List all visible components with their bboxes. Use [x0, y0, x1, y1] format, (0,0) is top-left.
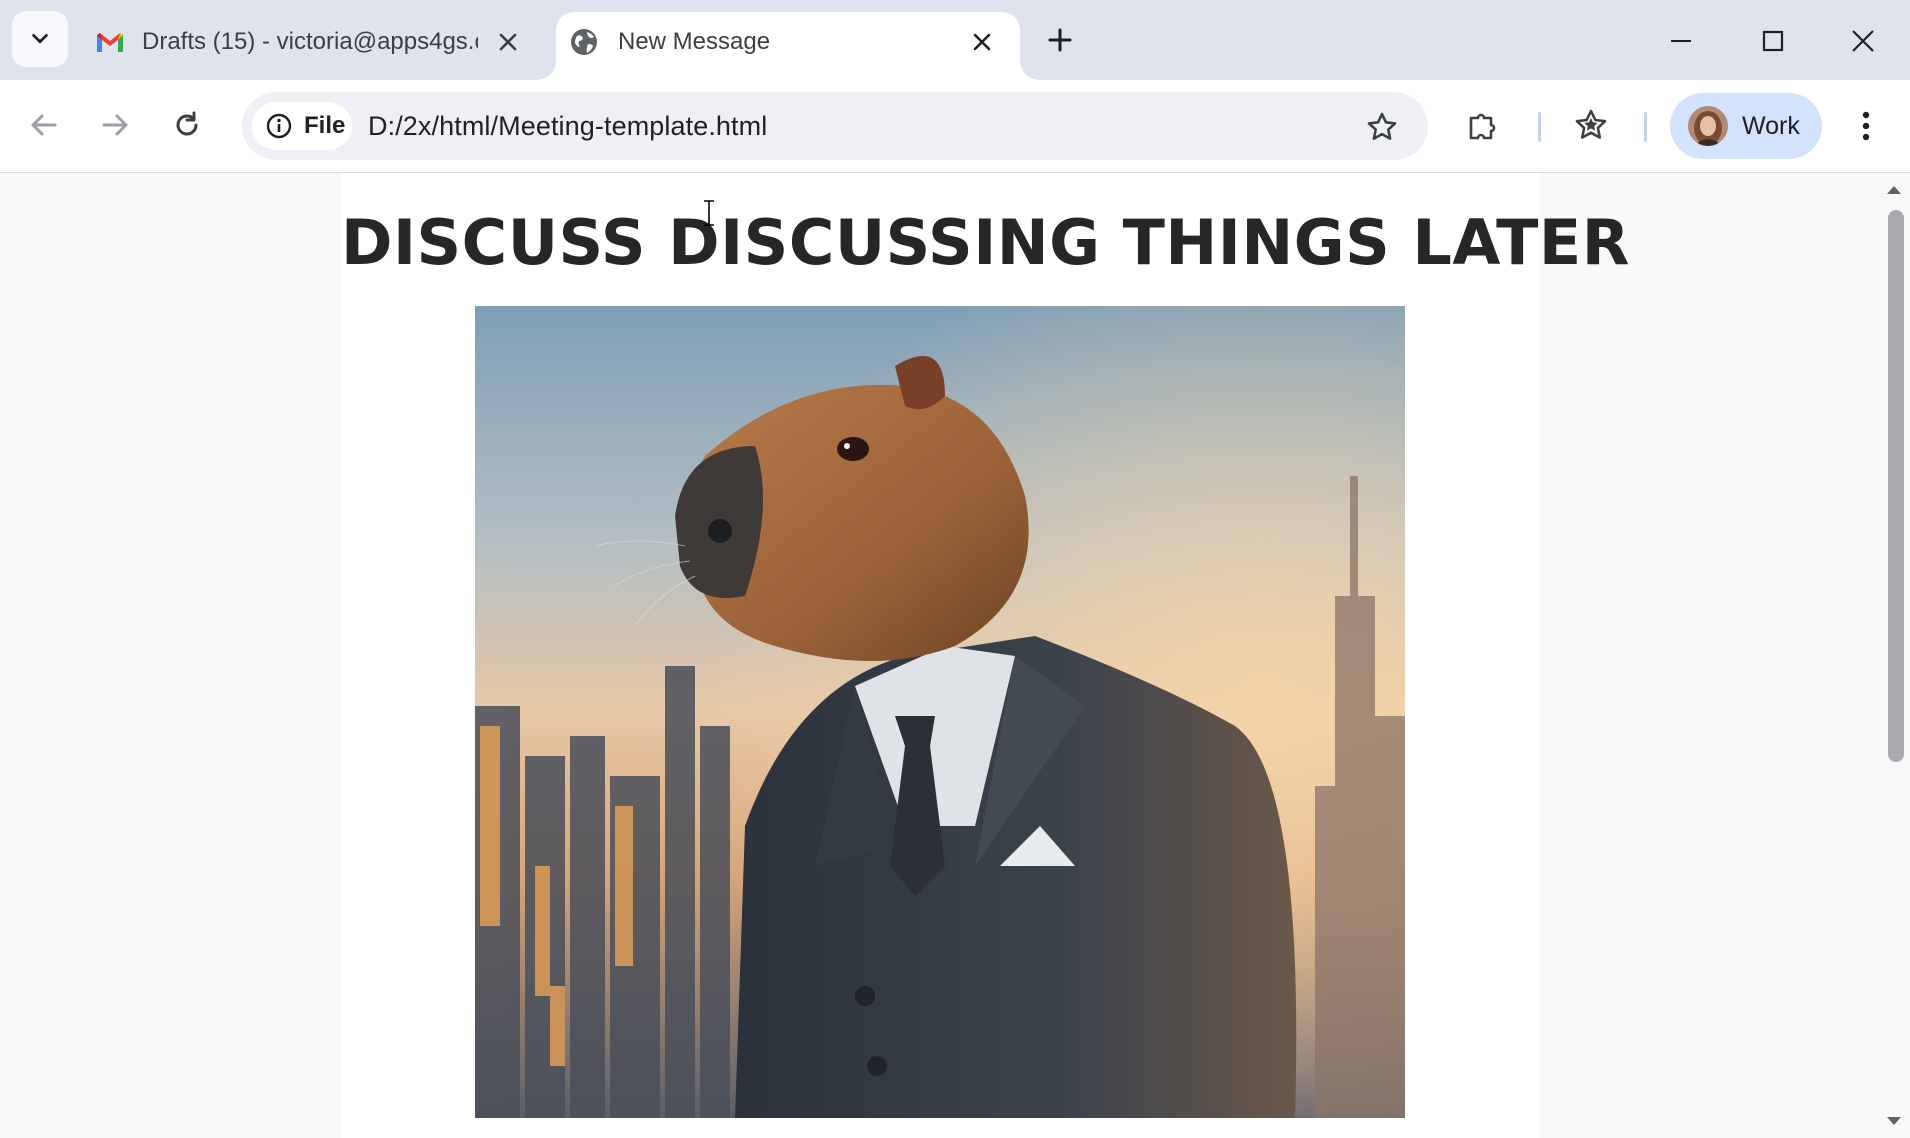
scroll-up-arrow-icon[interactable] — [1884, 183, 1904, 197]
close-tab-icon[interactable] — [494, 28, 522, 56]
more-vertical-icon — [1862, 111, 1870, 141]
maximize-icon — [1762, 30, 1784, 52]
browser-toolbar: File D:/2x/html/Meeting-template.html Wo… — [0, 80, 1910, 173]
reload-button[interactable] — [164, 102, 210, 148]
close-icon — [1852, 30, 1874, 52]
tab-search-button[interactable] — [12, 11, 68, 67]
page-headline: DISCUSS DISCUSSING THINGS LATER — [341, 206, 1630, 279]
avatar — [1688, 106, 1728, 146]
chevron-down-icon — [32, 33, 48, 44]
toolbar-divider — [1538, 112, 1541, 142]
address-bar[interactable]: File D:/2x/html/Meeting-template.html — [242, 92, 1428, 160]
minimize-button[interactable] — [1658, 18, 1704, 64]
profile-name: Work — [1742, 112, 1800, 140]
profile-button[interactable]: Work — [1670, 93, 1822, 159]
site-chip-label: File — [304, 112, 346, 139]
forward-button[interactable] — [92, 102, 138, 148]
close-tab-icon[interactable] — [968, 28, 996, 56]
new-tab-button[interactable] — [1040, 20, 1080, 60]
site-info-chip[interactable]: File — [252, 102, 352, 150]
url-text[interactable]: D:/2x/html/Meeting-template.html — [368, 110, 767, 142]
menu-button[interactable] — [1846, 103, 1886, 149]
tab-title: Drafts (15) - victoria@apps4gs.c — [142, 28, 478, 55]
email-template-body: DISCUSS DISCUSSING THINGS LATER — [341, 173, 1630, 1138]
scroll-down-arrow-icon[interactable] — [1884, 1114, 1904, 1128]
maximize-button[interactable] — [1750, 18, 1796, 64]
reload-icon — [176, 111, 198, 136]
tab-new-message[interactable]: New Message — [538, 12, 1038, 80]
arrow-left-icon — [31, 114, 57, 136]
minimize-icon — [1671, 40, 1691, 42]
gmail-icon — [97, 33, 123, 52]
arrow-right-icon — [102, 114, 128, 136]
plus-icon — [1048, 28, 1072, 52]
info-icon — [266, 113, 292, 139]
bookmark-star-icon[interactable] — [1366, 111, 1398, 143]
toolbar-divider — [1644, 112, 1647, 142]
back-button[interactable] — [21, 102, 67, 148]
globe-icon — [571, 29, 597, 55]
capybara-in-suit-photo — [475, 306, 1405, 1118]
page-viewport: DISCUSS DISCUSSING THINGS LATER — [0, 173, 1886, 1138]
scrollbar-thumb[interactable] — [1888, 210, 1904, 762]
close-window-button[interactable] — [1840, 18, 1886, 64]
tab-title: New Message — [618, 28, 771, 55]
tab-strip: Drafts (15) - victoria@apps4gs.c New Mes… — [0, 0, 1910, 80]
tab-gmail-drafts[interactable]: Drafts (15) - victoria@apps4gs.c — [84, 12, 556, 80]
text-cursor-icon — [704, 200, 714, 226]
extensions-button[interactable] — [1460, 102, 1506, 148]
bookmarks-button[interactable] — [1568, 102, 1614, 148]
star-list-icon — [1575, 109, 1607, 139]
puzzle-piece-icon — [1469, 113, 1496, 140]
